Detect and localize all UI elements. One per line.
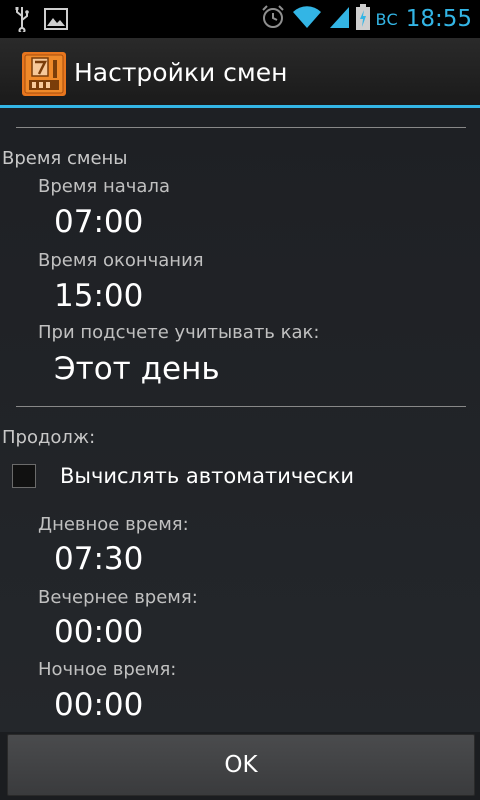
night-time-label: Ночное время: [38,659,177,680]
end-time-value[interactable]: 15:00 [54,278,143,314]
signal-icon [328,5,350,33]
alarm-icon [260,4,286,34]
evening-time-value[interactable]: 00:00 [54,614,143,650]
day-time-label: Дневное время: [38,514,189,535]
button-bar: OK [0,732,480,800]
ok-button[interactable]: OK [7,734,475,796]
start-time-value[interactable]: 07:00 [54,204,143,240]
auto-calc-row[interactable]: Вычислять автоматически [12,464,354,488]
end-time-label: Время окончания [38,250,204,271]
count-as-value[interactable]: Этот день [54,351,220,387]
image-icon [44,8,68,34]
calendar-app-icon[interactable] [22,52,66,96]
count-as-label: При подсчете учитывать как: [38,322,320,343]
divider [16,406,466,407]
status-bar: ВС 18:55 [0,0,480,38]
auto-calc-label[interactable]: Вычислять автоматически [60,464,354,488]
evening-time-label: Вечернее время: [38,587,198,608]
battery-charging-icon [355,4,370,34]
night-time-value[interactable]: 00:00 [54,687,143,723]
status-day: ВС [375,9,398,29]
action-bar: Настройки смен [0,38,480,106]
settings-content[interactable]: Время смены Время начала 07:00 Время око… [0,108,480,732]
usb-icon [14,6,30,36]
section-duration: Продолж: [2,427,96,448]
divider [16,127,466,128]
page-title: Настройки смен [74,58,288,87]
status-clock: 18:55 [405,6,472,32]
auto-calc-checkbox[interactable] [12,464,36,488]
day-time-value[interactable]: 07:30 [54,541,143,577]
wifi-icon [292,5,322,33]
section-shift-time: Время смены [2,148,128,169]
start-time-label: Время начала [38,176,170,197]
